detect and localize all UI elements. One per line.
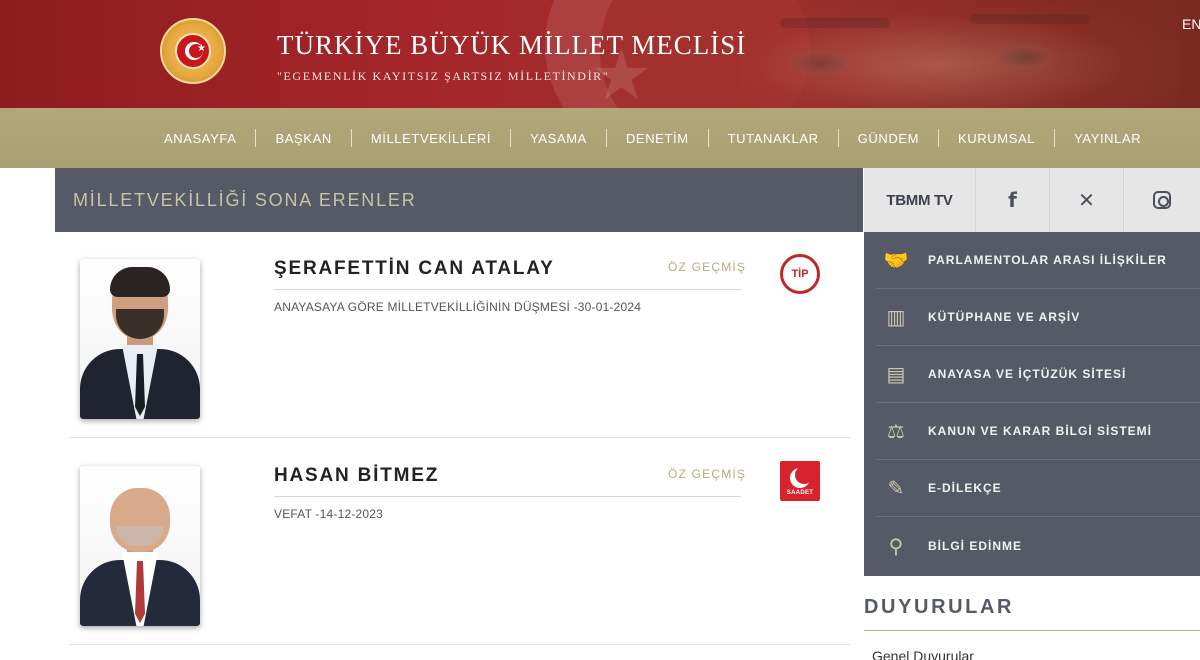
tbmm-tv-label: TBMM TV — [886, 191, 953, 209]
link-parlamentolar-arasi[interactable]: 🤝 PARLAMENTOLAR ARASI İLİŞKİLER — [876, 232, 1200, 289]
portrait-brow-left — [780, 18, 890, 28]
link-label: PARLAMENTOLAR ARASI İLİŞKİLER — [928, 253, 1167, 267]
general-announcements-link[interactable]: Genel Duyurular — [872, 648, 974, 660]
member-status: VEFAT -14-12-2023 — [274, 507, 384, 521]
nav-item-anasayfa[interactable]: ANASAYFA — [145, 131, 255, 146]
tbmm-emblem-icon[interactable]: ★ — [160, 18, 226, 84]
magnifier-icon: ⚲ — [888, 533, 904, 558]
portrait-brow-right — [970, 14, 1090, 24]
party-logo-tip-icon: TİP — [780, 254, 820, 294]
books-icon: ▥ — [886, 305, 906, 329]
emblem-inner: ★ — [175, 33, 211, 69]
link-anayasa-ictuzuk[interactable]: ▤ ANAYASA VE İÇTÜZÜK SİTESİ — [876, 346, 1200, 403]
link-label: BİLGİ EDİNME — [928, 538, 1023, 553]
announcements-divider — [864, 630, 1200, 631]
link-bilgi-edinme[interactable]: ⚲ BİLGİ EDİNME — [876, 517, 1200, 574]
sidebar: TBMM TV f ✕ 🤝 PARLAMENTOLAR ARASI İLİŞKİ… — [864, 168, 1200, 660]
site-motto: "EGEMENLİK KAYITSIZ ŞARTSIZ MİLLETİNDİR" — [277, 69, 610, 83]
link-label: KANUN VE KARAR BİLGİ SİSTEMİ — [928, 424, 1153, 438]
member-card: ŞERAFETTİN CAN ATALAY ÖZ GEÇMİŞ ANAYASAY… — [69, 232, 850, 438]
cv-link[interactable]: ÖZ GEÇMİŞ — [668, 260, 746, 274]
portrait-eye-right — [990, 44, 1060, 70]
scales-icon: ⚖ — [887, 419, 905, 443]
instagram-icon — [1153, 191, 1171, 209]
link-label: ANAYASA VE İÇTÜZÜK SİTESİ — [928, 367, 1127, 381]
main-content: MİLLETVEKİLLİĞİ SONA ERENLER ŞERAFETTİN … — [55, 168, 863, 660]
announcements-heading: DUYURULAR — [864, 596, 1015, 618]
emblem-star: ★ — [197, 43, 206, 54]
photo-hair — [110, 267, 170, 297]
facebook-icon: f — [1008, 188, 1017, 212]
party-logo-saadet-icon: SAADET — [780, 461, 820, 501]
nav-item-yasama[interactable]: YASAMA — [511, 131, 606, 146]
link-label: KÜTÜPHANE VE ARŞİV — [928, 310, 1081, 324]
link-e-dilekce[interactable]: ✎ E-DİLEKÇE — [876, 460, 1200, 517]
instagram-link[interactable] — [1124, 168, 1200, 232]
nav-item-baskan[interactable]: BAŞKAN — [256, 131, 350, 146]
site-header: ★ ★ TÜRKİYE BÜYÜK MİLLET MECLİSİ "EGEMEN… — [0, 0, 1200, 108]
party-logo-text: SAADET — [786, 490, 814, 496]
cv-link[interactable]: ÖZ GEÇMİŞ — [668, 467, 746, 481]
name-divider — [274, 496, 741, 497]
name-divider — [274, 289, 741, 290]
member-card: HASAN BİTMEZ ÖZ GEÇMİŞ VEFAT -14-12-2023… — [69, 439, 850, 645]
quick-links-panel: 🤝 PARLAMENTOLAR ARASI İLİŞKİLER ▥ KÜTÜPH… — [864, 232, 1200, 576]
link-kutuphane-arsiv[interactable]: ▥ KÜTÜPHANE VE ARŞİV — [876, 289, 1200, 346]
site-title[interactable]: TÜRKİYE BÜYÜK MİLLET MECLİSİ — [277, 30, 746, 61]
nav-item-denetim[interactable]: DENETİM — [607, 131, 708, 146]
main-navigation: ANASAYFA BAŞKAN MİLLETVEKİLLERİ YASAMA D… — [0, 108, 1200, 168]
member-status: ANAYASAYA GÖRE MİLLETVEKİLLİĞİNİN DÜŞMES… — [274, 300, 642, 314]
member-name[interactable]: HASAN BİTMEZ — [274, 465, 439, 487]
member-name[interactable]: ŞERAFETTİN CAN ATALAY — [274, 258, 555, 280]
browser-window-icon: ▤ — [886, 362, 906, 386]
x-icon: ✕ — [1078, 188, 1095, 212]
nav-item-yayinlar[interactable]: YAYINLAR — [1055, 131, 1160, 146]
nav-item-milletvekilleri[interactable]: MİLLETVEKİLLERİ — [352, 131, 510, 146]
link-label: E-DİLEKÇE — [928, 481, 1002, 495]
language-switch-link[interactable]: EN — [1182, 16, 1200, 32]
member-photo[interactable] — [80, 466, 200, 626]
quill-icon: ✎ — [887, 476, 905, 500]
nav-item-tutanaklar[interactable]: TUTANAKLAR — [709, 131, 838, 146]
portrait-eye-left — [785, 50, 855, 76]
x-link[interactable]: ✕ — [1050, 168, 1124, 232]
social-bar: TBMM TV f ✕ — [864, 168, 1200, 232]
handshake-icon: 🤝 — [883, 248, 909, 272]
page-title-bar: MİLLETVEKİLLİĞİ SONA ERENLER — [55, 168, 863, 232]
saadet-moon-cut — [795, 466, 813, 484]
facebook-link[interactable]: f — [976, 168, 1050, 232]
member-photo[interactable] — [80, 259, 200, 419]
tbmm-tv-link[interactable]: TBMM TV — [864, 168, 976, 232]
nav-item-gundem[interactable]: GÜNDEM — [839, 131, 938, 146]
page-title: MİLLETVEKİLLİĞİ SONA ERENLER — [73, 190, 417, 210]
ataturk-portrait-background — [740, 0, 1180, 108]
nav-item-kurumsal[interactable]: KURUMSAL — [939, 131, 1054, 146]
link-kanun-karar[interactable]: ⚖ KANUN VE KARAR BİLGİ SİSTEMİ — [876, 403, 1200, 460]
party-logo-text: TİP — [791, 268, 809, 280]
